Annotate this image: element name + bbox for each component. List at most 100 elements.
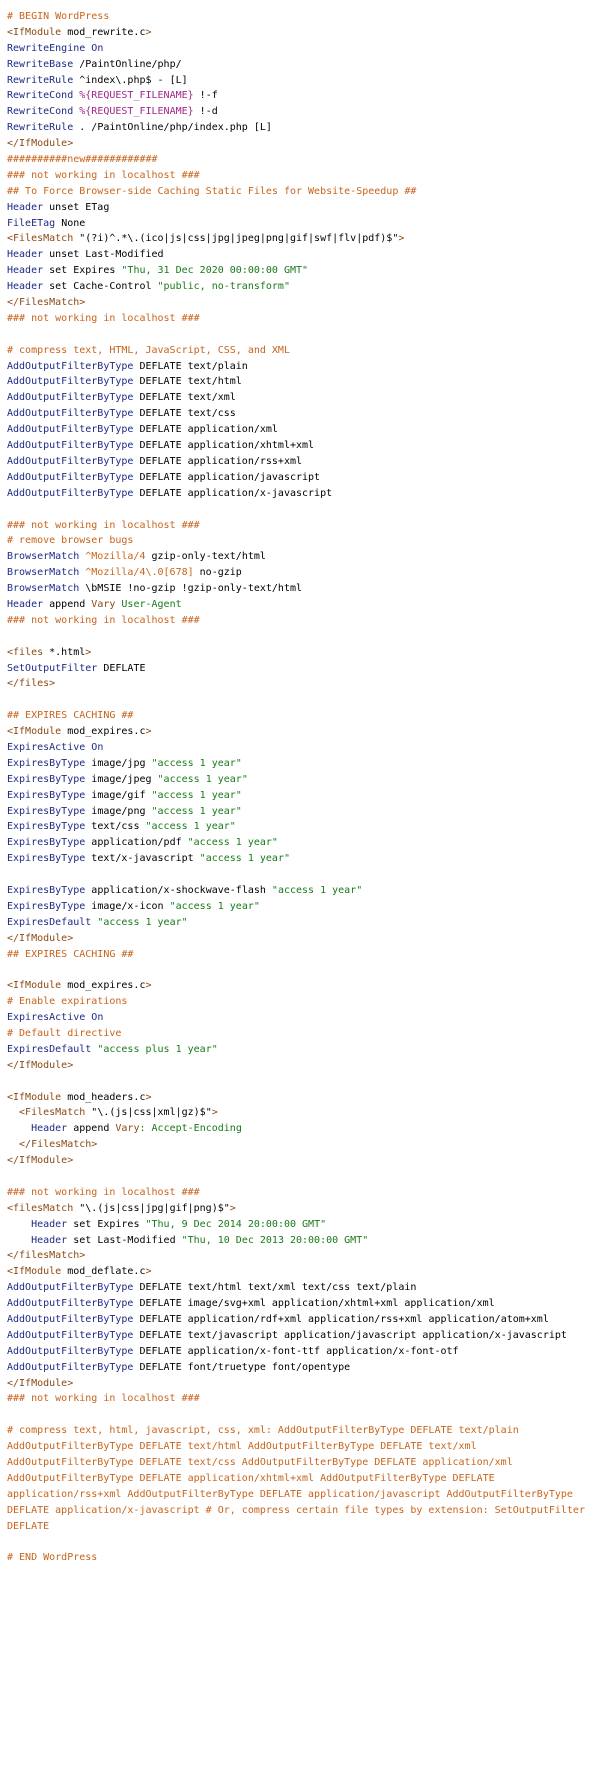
code-line: RewriteEngine On <box>7 41 600 57</box>
code-token: %{REQUEST_FILENAME} <box>73 106 194 118</box>
code-line: AddOutputFilterByType DEFLATE applicatio… <box>7 1471 600 1487</box>
code-token: AddOutputFilterByType <box>7 1314 134 1326</box>
code-token: ExpiresByType <box>7 837 86 849</box>
code-token: "(?i)^.*\.(ico|js|css|jpg|jpeg|png|gif|s… <box>73 233 399 245</box>
code-token: ExpiresByType <box>7 884 86 896</box>
code-line: AddOutputFilterByType DEFLATE font/truet… <box>7 1360 600 1376</box>
code-line: Header set Expires "Thu, 31 Dec 2020 00:… <box>7 263 600 279</box>
code-line: # compress text, html, javascript, css, … <box>7 1423 600 1439</box>
code-line: AddOutputFilterByType DEFLATE applicatio… <box>7 1312 600 1328</box>
code-line: ### not working in localhost ### <box>7 613 600 629</box>
code-token: DEFLATE application/x-font-ttf applicati… <box>133 1345 459 1357</box>
code-token: <FilesMatch <box>7 1107 86 1119</box>
code-line: SetOutputFilter DEFLATE <box>7 661 600 677</box>
code-token: Header <box>7 1234 68 1246</box>
code-token: DEFLATE text/xml <box>133 392 236 404</box>
code-line: AddOutputFilterByType DEFLATE applicatio… <box>7 1344 600 1360</box>
code-token: Header <box>7 201 44 213</box>
code-line: ExpiresByType text/css "access 1 year" <box>7 819 600 835</box>
code-token: </IfModule> <box>7 1377 74 1389</box>
code-token: AddOutputFilterByType <box>7 424 134 436</box>
code-token: DEFLATE application/x-javascript <box>133 487 333 499</box>
code-line: AddOutputFilterByType DEFLATE image/svg+… <box>7 1296 600 1312</box>
code-line: RewriteCond %{REQUEST_FILENAME} !-f <box>7 88 600 104</box>
code-line: ### not working in localhost ### <box>7 168 600 184</box>
code-line: ## EXPIRES CACHING ## <box>7 708 600 724</box>
code-token: no-gzip <box>193 567 242 579</box>
code-token: "Thu, 10 Dec 2013 20:00:00 GMT" <box>181 1234 369 1246</box>
code-token: Header <box>7 281 44 293</box>
code-line: </IfModule> <box>7 136 600 152</box>
code-token: DEFLATE application/xml <box>133 424 278 436</box>
code-line: application/rss+xml AddOutputFilterByTyp… <box>7 1487 600 1503</box>
code-line: DEFLATE application/x-javascript # Or, c… <box>7 1503 600 1519</box>
code-token: AddOutputFilterByType <box>7 440 134 452</box>
code-token: append <box>67 1123 116 1135</box>
code-line: <files *.html> <box>7 645 600 661</box>
code-line: DEFLATE <box>7 1519 600 1535</box>
code-token: mod_rewrite.c <box>61 26 146 38</box>
code-token: ### not working in localhost ### <box>7 169 200 181</box>
code-line: AddOutputFilterByType DEFLATE text/html … <box>7 1280 600 1296</box>
code-token: mod_expires.c <box>61 980 146 992</box>
code-line: Header set Cache-Control "public, no-tra… <box>7 279 600 295</box>
code-line: AddOutputFilterByType DEFLATE applicatio… <box>7 422 600 438</box>
code-token: </IfModule> <box>7 932 74 944</box>
code-line: AddOutputFilterByType DEFLATE text/html <box>7 374 600 390</box>
code-token: BrowserMatch <box>7 551 80 563</box>
code-line: <IfModule mod_expires.c> <box>7 724 600 740</box>
code-line: <IfModule mod_rewrite.c> <box>7 25 600 41</box>
code-token: "access 1 year" <box>199 853 290 865</box>
code-token: DEFLATE image/svg+xml application/xhtml+… <box>133 1298 495 1310</box>
code-line: AddOutputFilterByType DEFLATE applicatio… <box>7 454 600 470</box>
code-token: %{REQUEST_FILENAME} <box>73 90 194 102</box>
code-line: # Default directive <box>7 1026 600 1042</box>
code-token: AddOutputFilterByType <box>7 1361 134 1373</box>
code-token: set Expires <box>67 1218 146 1230</box>
code-token: DEFLATE application/rss+xml <box>133 455 303 467</box>
code-line: <FilesMatch "\.(js|css|xml|gz)$"> <box>7 1105 600 1121</box>
code-token: . /PaintOnline/php/index.php [L] <box>73 122 272 134</box>
code-line: AddOutputFilterByType DEFLATE applicatio… <box>7 470 600 486</box>
code-line: BrowserMatch ^Mozilla/4 gzip-only-text/h… <box>7 549 600 565</box>
code-line: AddOutputFilterByType DEFLATE applicatio… <box>7 486 600 502</box>
code-line: AddOutputFilterByType DEFLATE text/html … <box>7 1439 600 1455</box>
code-token: AddOutputFilterByType DEFLATE text/css A… <box>7 1457 513 1469</box>
code-token: "access 1 year" <box>151 757 242 769</box>
code-token: AddOutputFilterByType <box>7 1329 134 1341</box>
code-token: AddOutputFilterByType <box>7 392 134 404</box>
code-token: ExpiresByType <box>7 853 86 865</box>
code-token: ExpiresByType <box>7 805 86 817</box>
code-token: "access 1 year" <box>271 884 363 896</box>
code-line: <IfModule mod_expires.c> <box>7 978 600 994</box>
code-token: ExpiresActive <box>7 1012 86 1024</box>
code-token: # remove browser bugs <box>7 535 134 547</box>
code-token: # END WordPress <box>7 1552 98 1564</box>
code-line: </filesMatch> <box>7 1248 600 1264</box>
code-token: "access plus 1 year" <box>97 1043 218 1055</box>
code-token: "access 1 year" <box>157 773 248 785</box>
code-token: AddOutputFilterByType <box>7 376 134 388</box>
code-token: On <box>85 42 104 54</box>
code-line: </FilesMatch> <box>7 1137 600 1153</box>
code-token: <IfModule <box>7 980 62 992</box>
code-token: Vary <box>91 598 116 610</box>
code-token: > <box>229 1202 236 1214</box>
code-token: AddOutputFilterByType <box>7 487 134 499</box>
code-token: "access 1 year" <box>151 805 242 817</box>
code-line: BrowserMatch ^Mozilla/4\.0[678] no-gzip <box>7 565 600 581</box>
code-token: # compress text, HTML, JavaScript, CSS, … <box>7 344 290 356</box>
code-token: </filesMatch> <box>7 1250 86 1262</box>
code-line: # END WordPress <box>7 1550 600 1566</box>
code-token: <files <box>7 646 44 658</box>
code-token: DEFLATE font/truetype font/opentype <box>133 1361 351 1373</box>
code-token: application/x-shockwave-flash <box>85 884 272 896</box>
code-token: AddOutputFilterByType <box>7 1282 134 1294</box>
code-token: On <box>85 741 104 753</box>
code-token: <IfModule <box>7 726 62 738</box>
code-line: </IfModule> <box>7 1376 600 1392</box>
code-line: ExpiresByType image/jpeg "access 1 year" <box>7 772 600 788</box>
